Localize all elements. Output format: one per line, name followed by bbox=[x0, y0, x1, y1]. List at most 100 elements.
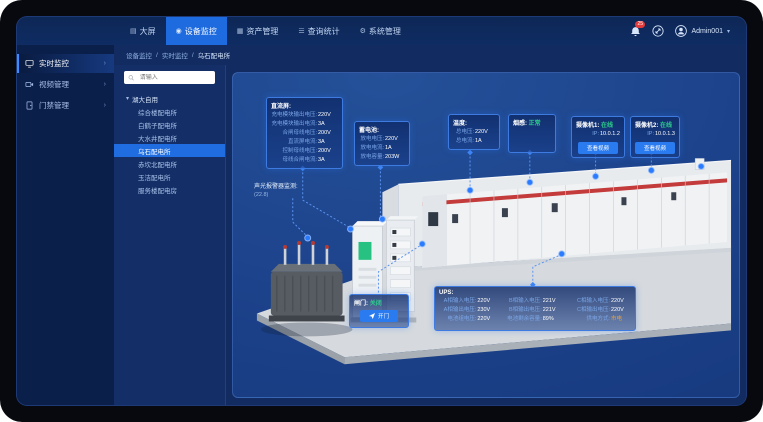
fullscreen-icon bbox=[652, 25, 664, 37]
sidebar-label: 视频管理 bbox=[39, 79, 69, 90]
caret-down-icon: ▾ bbox=[126, 95, 129, 102]
camera-status: 在线 bbox=[601, 123, 613, 129]
avatar bbox=[675, 25, 687, 37]
app-window: ▤ 大屏 ◉ 设备监控 ▦ 资产管理 ☰ 查询统计 ⚙ 系统管理 bbox=[17, 17, 746, 405]
tab-label: 查询统计 bbox=[308, 26, 340, 37]
breadcrumb-sep: / bbox=[192, 52, 194, 59]
view-video-button[interactable]: 查看视频 bbox=[635, 142, 675, 154]
camera2-panel: 摄像机2: 在线 IP10.0.1.3 查看视频 bbox=[630, 116, 680, 158]
content-area: 设备监控 / 实时监控 / 乌石配电所 ▾ 湖大自用 bbox=[114, 45, 746, 405]
tree-item-station[interactable]: 白鹤子配电所 bbox=[114, 118, 225, 131]
power-room-3d-view: 直流屏: 充电模块输出电压220V 充电模块输出电流3A 合闸母线电压200V … bbox=[232, 72, 740, 398]
tree-group-label: 湖大自用 bbox=[132, 94, 158, 104]
sidebar-label: 实时监控 bbox=[39, 58, 69, 69]
tree-group-node[interactable]: ▾ 湖大自用 bbox=[114, 92, 225, 105]
tree-item-label: 赤坎北配电所 bbox=[138, 159, 177, 169]
tab-label: 资产管理 bbox=[246, 26, 278, 37]
door-icon bbox=[25, 101, 34, 110]
left-sidebar: 实时监控 › 视频管理 › 门禁管理 › bbox=[17, 45, 114, 405]
view-video-button[interactable]: 查看视频 bbox=[578, 142, 618, 154]
panel-title: 摄像机1: bbox=[576, 123, 599, 129]
tree-item-station-selected[interactable]: 乌石配电所 bbox=[114, 144, 225, 157]
panel-title: 蓄电池: bbox=[359, 125, 405, 134]
tree-item-label: 白鹤子配电所 bbox=[138, 120, 177, 130]
tree-item-station[interactable]: 大水井配电所 bbox=[114, 131, 225, 144]
tab-system-mgmt[interactable]: ⚙ 系统管理 bbox=[350, 17, 411, 45]
system-icon: ⚙ bbox=[360, 27, 366, 35]
station-tree-panel: ▾ 湖大自用 综合楼配电所 白鹤子配电所 大水井配电所 乌石配电所 赤坎北配电所… bbox=[114, 65, 226, 405]
chevron-right-icon: › bbox=[104, 60, 106, 67]
tree-item-label: 乌石配电所 bbox=[138, 146, 171, 156]
alarm-monitor-label: 声光报警器监测: (22.8) bbox=[254, 181, 298, 198]
meter-panel: 温度: 总电压220V 总电流1A bbox=[448, 114, 500, 150]
panel-title: UPS: bbox=[439, 290, 631, 296]
notifications-button[interactable]: 25 bbox=[630, 26, 641, 37]
camera-status: 在线 bbox=[660, 123, 672, 129]
tab-label: 设备监控 bbox=[185, 26, 217, 37]
tree-item-station[interactable]: 赤坎北配电所 bbox=[114, 157, 225, 170]
ups-panel: UPS: A相输入电压220V B相输入电压221V C相输入电压220V A相… bbox=[434, 286, 636, 331]
panel-title: 摄像机2: bbox=[635, 123, 658, 129]
tab-asset-mgmt[interactable]: ▦ 资产管理 bbox=[227, 17, 289, 45]
sidebar-item-realtime-monitor[interactable]: 实时监控 › bbox=[17, 54, 114, 73]
panel-title: 温度: bbox=[453, 118, 495, 127]
top-navbar: ▤ 大屏 ◉ 设备监控 ▦ 资产管理 ☰ 查询统计 ⚙ 系统管理 bbox=[17, 17, 746, 45]
tab-label: 系统管理 bbox=[369, 26, 401, 37]
smoke-status: 正常 bbox=[529, 121, 541, 127]
search-input[interactable] bbox=[138, 74, 211, 82]
button-label: 查看视频 bbox=[587, 144, 609, 152]
chevron-down-icon: ▾ bbox=[727, 28, 730, 35]
ups-grid: A相输入电压220V B相输入电压221V C相输入电压220V A相输出电压2… bbox=[439, 297, 631, 324]
breadcrumb-sep: / bbox=[156, 52, 158, 59]
video-camera-icon bbox=[25, 80, 34, 89]
tab-query-stats[interactable]: ☰ 查询统计 bbox=[288, 17, 349, 45]
breadcrumb-item[interactable]: 设备监控 bbox=[126, 50, 152, 60]
device-frame: ▤ 大屏 ◉ 设备监控 ▦ 资产管理 ☰ 查询统计 ⚙ 系统管理 bbox=[0, 0, 763, 422]
panel-title: 直流屏: bbox=[271, 101, 338, 110]
button-label: 查看视频 bbox=[644, 144, 666, 152]
username: Admin001 bbox=[691, 28, 723, 35]
chevron-right-icon: › bbox=[104, 102, 106, 109]
navbar-right: 25 Admin001 ▾ bbox=[630, 17, 746, 45]
tab-device-monitor[interactable]: ◉ 设备监控 bbox=[166, 17, 227, 45]
battery-panel: 蓄电池: 放电电压220V 放电电流1A 放电容量203W bbox=[354, 121, 410, 166]
tree-item-label: 玉洁配电所 bbox=[138, 172, 171, 182]
sidebar-item-access-control[interactable]: 门禁管理 › bbox=[17, 96, 114, 115]
breadcrumb-item[interactable]: 实时监控 bbox=[162, 50, 188, 60]
notification-badge: 25 bbox=[635, 21, 645, 28]
monitor-icon bbox=[25, 59, 34, 68]
sidebar-label: 门禁管理 bbox=[39, 100, 69, 111]
device-monitor-icon: ◉ bbox=[176, 27, 182, 35]
tab-label: 大屏 bbox=[140, 26, 156, 37]
dc-screen-panel: 直流屏: 充电模块输出电压220V 充电模块输出电流3A 合闸母线电压200V … bbox=[266, 97, 343, 169]
breadcrumb-current: 乌石配电所 bbox=[198, 50, 231, 60]
gate-status: 关闭 bbox=[370, 301, 382, 307]
tree-item-label: 服务楼配电房 bbox=[138, 185, 177, 195]
send-icon bbox=[369, 313, 375, 319]
tree-item-station[interactable]: 服务楼配电房 bbox=[114, 183, 225, 196]
breadcrumb: 设备监控 / 实时监控 / 乌石配电所 bbox=[114, 45, 746, 65]
panel-title: 烟感: bbox=[513, 121, 527, 127]
button-label: 开门 bbox=[378, 312, 389, 320]
tree-item-label: 大水井配电所 bbox=[138, 133, 177, 143]
tree-item-label: 综合楼配电所 bbox=[138, 107, 177, 117]
bigscreen-icon: ▤ bbox=[130, 27, 137, 35]
alarm-value: (22.8) bbox=[254, 192, 298, 198]
tab-bigscreen[interactable]: ▤ 大屏 bbox=[120, 17, 166, 45]
open-gate-button[interactable]: 开门 bbox=[360, 310, 398, 322]
camera1-panel: 摄像机1: 在线 IP10.0.1.2 查看视频 bbox=[571, 116, 625, 158]
tree-search[interactable] bbox=[124, 71, 215, 84]
alarm-label: 声光报警器监测: bbox=[254, 181, 298, 190]
gate-label: 闸门 bbox=[354, 301, 366, 307]
fullscreen-button[interactable] bbox=[652, 25, 664, 37]
query-icon: ☰ bbox=[298, 27, 304, 35]
gate-panel: 闸门: 关闭 开门 bbox=[349, 294, 409, 328]
chevron-right-icon: › bbox=[104, 81, 106, 88]
tree-item-station[interactable]: 玉洁配电所 bbox=[114, 170, 225, 183]
smoke-sensor-panel: 烟感: 正常 bbox=[508, 114, 556, 153]
tree-item-station[interactable]: 综合楼配电所 bbox=[114, 105, 225, 118]
asset-icon: ▦ bbox=[237, 27, 244, 35]
user-menu[interactable]: Admin001 ▾ bbox=[675, 25, 730, 37]
search-icon bbox=[128, 74, 135, 82]
sidebar-item-video-mgmt[interactable]: 视频管理 › bbox=[17, 75, 114, 94]
